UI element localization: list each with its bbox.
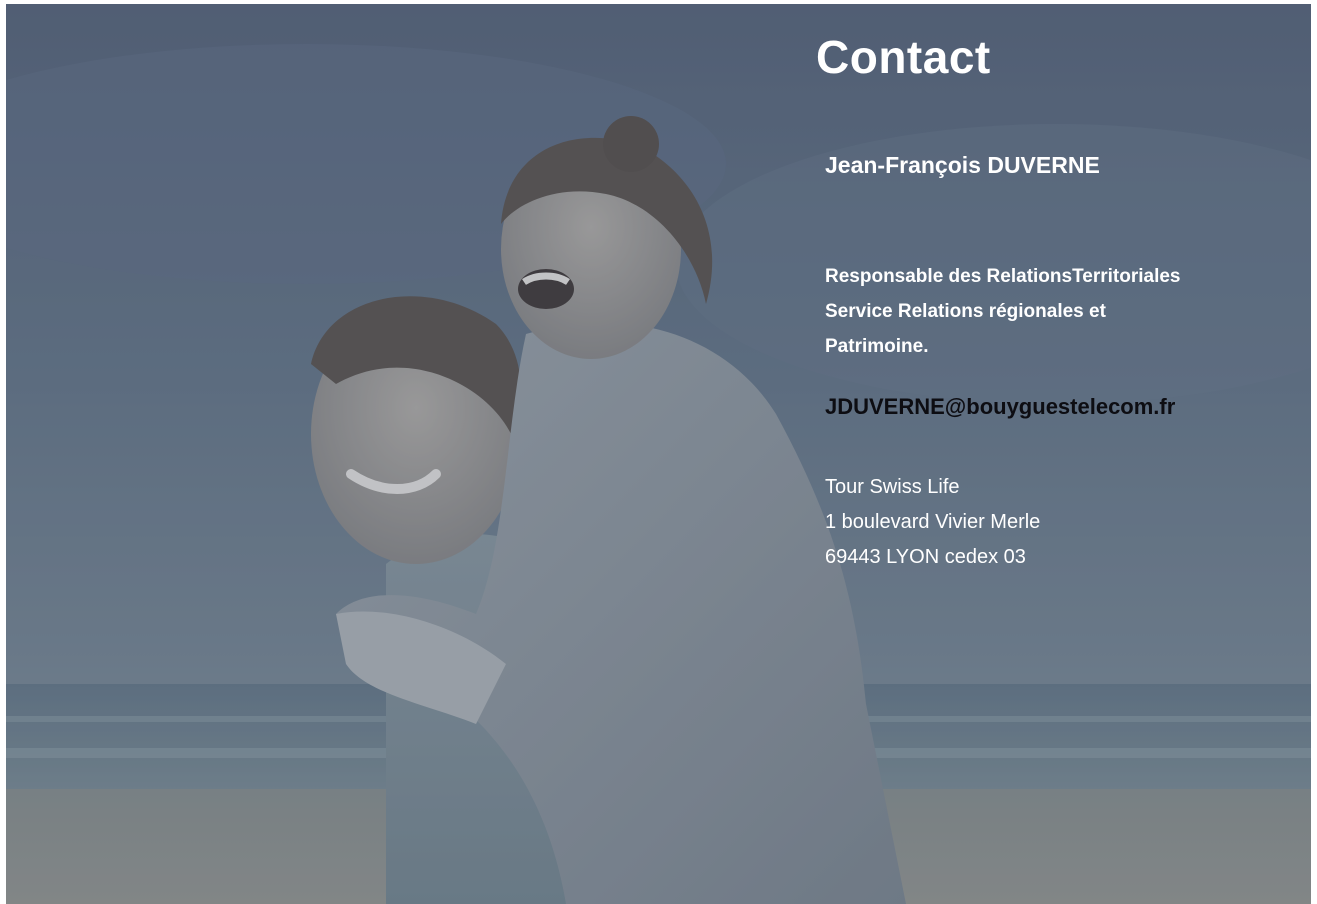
contact-email: JDUVERNE@bouyguestelecom.fr	[825, 394, 1176, 419]
address-line: 1 boulevard Vivier Merle	[825, 511, 1041, 533]
role-line: Responsable des RelationsTerritoriales	[825, 266, 1181, 287]
role-line: Patrimoine.	[825, 336, 929, 357]
contact-address: Tour Swiss Life 1 boulevard Vivier Merle…	[825, 470, 1040, 575]
photo-tint-overlay	[6, 4, 1311, 904]
contact-slide: Contact Jean-François DUVERNE Responsabl…	[6, 4, 1311, 904]
contact-role: Responsable des RelationsTerritoriales S…	[825, 259, 1181, 364]
address-line: 69443 LYON cedex 03	[825, 546, 1026, 568]
address-line: Tour Swiss Life	[825, 476, 960, 498]
role-line: Service Relations régionales et	[825, 301, 1106, 322]
page-title: Contact	[816, 31, 991, 83]
contact-name: Jean-François DUVERNE	[825, 152, 1100, 178]
